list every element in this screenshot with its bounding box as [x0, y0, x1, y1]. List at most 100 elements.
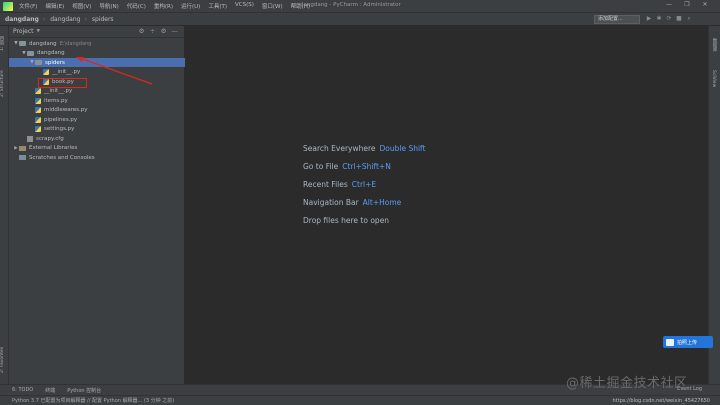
tree-item-label: pipelines.py [44, 116, 78, 123]
annotation-box [38, 78, 87, 88]
config-file-icon [27, 135, 33, 142]
navigation-bar: dangdang › dangdang › spiders 添加配置... ▶ … [0, 12, 720, 26]
tree-item[interactable]: settings.py [9, 125, 185, 134]
tree-item[interactable]: middlewares.py [9, 106, 185, 115]
console-icon [19, 155, 26, 160]
menu-bar: 文件(F) 编辑(E) 视图(V) 导航(N) 代码(C) 重构(R) 运行(U… [19, 2, 318, 10]
tab-project[interactable]: 1: 项目 [0, 30, 9, 58]
rerun-icon[interactable]: ⟳ [664, 15, 674, 23]
menu-window[interactable]: 窗口(W) [262, 2, 283, 10]
hint-recent-files: Recent Files Ctrl+E [303, 180, 377, 189]
tree-item[interactable]: scrapy.cfg [9, 134, 185, 143]
right-tool-strip: 数据库 SciView [708, 26, 720, 384]
shortcut-search-everywhere: Double Shift [379, 144, 426, 153]
breadcrumb-separator: › [84, 15, 87, 23]
tree-item-label: items.py [44, 97, 68, 104]
breadcrumb-project[interactable]: dangdang [5, 16, 39, 23]
locate-icon[interactable]: ⚙ [136, 27, 147, 35]
tree-item[interactable]: __init__.py [9, 87, 185, 96]
hint-navigation-bar: Navigation Bar Alt+Home [303, 198, 402, 207]
tree-item[interactable]: Scratches and Consoles [9, 153, 185, 162]
chevron-down-icon[interactable]: ▼ [37, 29, 40, 34]
shortcut-recent-files: Ctrl+E [351, 180, 377, 189]
photo-upload-label: 拍照上传 [677, 339, 698, 346]
menu-run[interactable]: 运行(U) [181, 2, 200, 10]
tab-todo[interactable]: 6: TODO [12, 387, 33, 393]
tree-item-label: dangdang [29, 40, 57, 47]
tree-item-label: settings.py [44, 126, 75, 132]
tree-item[interactable]: book.py [9, 77, 185, 86]
photo-upload-button[interactable]: 拍照上传 [663, 336, 713, 348]
tree-item-path: E:\dangdang [59, 40, 92, 47]
hint-search-everywhere: Search Everywhere Double Shift [303, 144, 426, 153]
hint-go-to-file: Go to File Ctrl+Shift+N [303, 162, 391, 171]
tab-structure[interactable]: 2: Structure [0, 64, 9, 104]
folder-icon [27, 50, 34, 56]
stop-icon[interactable]: ■ [674, 15, 684, 23]
menu-view[interactable]: 视图(V) [72, 2, 91, 10]
window-title: dangdang - PyCharm : Administrator [300, 2, 401, 8]
debug-icon[interactable]: ✱ [654, 15, 664, 23]
breadcrumb-spiders[interactable]: spiders [92, 16, 114, 23]
breadcrumb-separator: › [42, 15, 46, 23]
hint-drop-files: Drop files here to open [303, 216, 390, 225]
tab-database[interactable]: 数据库 [711, 38, 717, 52]
breadcrumb-package[interactable]: dangdang [50, 16, 80, 23]
tree-item[interactable]: ▼ dangdang [9, 49, 185, 58]
menu-tools[interactable]: 工具(T) [208, 2, 227, 10]
library-icon [19, 145, 26, 151]
tab-terminal[interactable]: 终端 [45, 387, 55, 394]
project-panel-header: Project ▼ ⚙ ÷ ⚙ — [9, 26, 184, 38]
minimize-button[interactable]: — [660, 1, 678, 8]
project-panel-title[interactable]: Project [13, 28, 34, 35]
folder-icon [35, 60, 42, 65]
camera-icon [666, 338, 674, 346]
menu-file[interactable]: 文件(F) [19, 2, 37, 10]
tab-sciview[interactable]: SciView [711, 70, 716, 87]
tree-item-label: __init__.py [52, 69, 81, 75]
python-file-icon [35, 88, 41, 94]
status-message[interactable]: Python 3.7 已配置为项目解释器 // 配置 Python 解释器...… [12, 397, 174, 404]
tree-item[interactable]: pipelines.py [9, 115, 185, 124]
tree-item-label: __init__.py [44, 88, 73, 94]
close-button[interactable]: ✕ [696, 1, 714, 8]
tree-item[interactable]: ▼ spiders [9, 58, 185, 67]
editor-area [185, 26, 708, 384]
tree-item-label: spiders [45, 59, 65, 66]
left-tool-strip: 1: 项目 2: Structure 2: Favorites [0, 26, 9, 384]
collapse-icon[interactable]: ÷ [147, 27, 158, 35]
search-icon[interactable]: ⌕ [684, 15, 694, 23]
shortcut-navigation-bar: Alt+Home [362, 198, 402, 207]
project-panel: Project ▼ ⚙ ÷ ⚙ — ▼ dangdang E:\dangdang ▼ d… [9, 26, 185, 384]
maximize-button[interactable]: ❐ [678, 1, 696, 8]
python-file-icon [35, 116, 41, 123]
tree-item[interactable]: ▶ External Libraries [9, 144, 185, 153]
python-file-icon [43, 69, 49, 75]
folder-icon [19, 41, 26, 46]
menu-navigate[interactable]: 导航(N) [99, 2, 118, 10]
tree-item[interactable]: ▼ dangdang E:\dangdang [9, 39, 185, 48]
menu-code[interactable]: 代码(C) [127, 2, 146, 10]
tree-item-label: dangdang [37, 50, 65, 56]
tree-item-label: scrapy.cfg [36, 135, 64, 142]
add-configuration-button[interactable]: 添加配置... [594, 15, 640, 24]
watermark: @稀土掘金技术社区 [566, 376, 688, 391]
tab-python-console[interactable]: Python 控制台 [67, 387, 101, 394]
tree-item-label: middlewares.py [44, 107, 88, 113]
gear-icon[interactable]: ⚙ [158, 27, 169, 35]
status-bar: Python 3.7 已配置为项目解释器 // 配置 Python 解释器...… [0, 395, 720, 405]
status-url: https://blog.csdn.net/weixin_45427650 [612, 397, 710, 404]
tree-item-label: Scratches and Consoles [29, 154, 95, 161]
hide-icon[interactable]: — [169, 27, 180, 35]
title-bar: 文件(F) 编辑(E) 视图(V) 导航(N) 代码(C) 重构(R) 运行(U… [0, 0, 720, 12]
menu-vcs[interactable]: VCS(S) [235, 2, 254, 10]
menu-refactor[interactable]: 重构(R) [154, 2, 173, 10]
pycharm-logo-icon [3, 1, 13, 11]
run-icon[interactable]: ▶ [644, 15, 654, 23]
tree-item[interactable]: items.py [9, 96, 185, 105]
tree-item[interactable]: __init__.py [9, 68, 185, 77]
tab-favorites[interactable]: 2: Favorites [0, 340, 9, 380]
shortcut-go-to-file: Ctrl+Shift+N [342, 162, 391, 171]
python-file-icon [35, 107, 41, 113]
menu-edit[interactable]: 编辑(E) [45, 2, 64, 10]
